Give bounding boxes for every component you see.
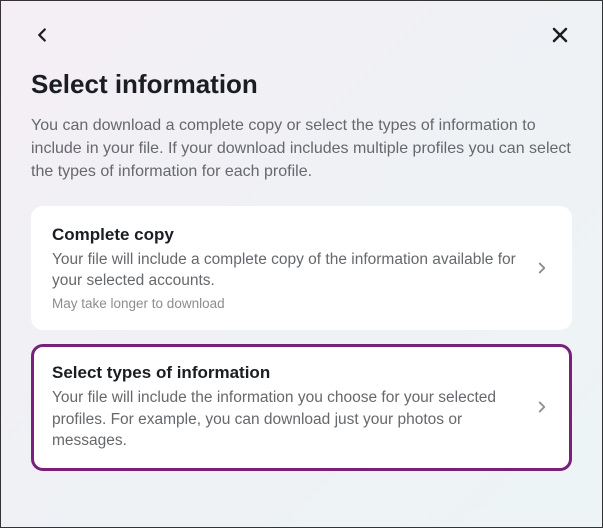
chevron-right-icon [533,259,551,277]
page-description: You can download a complete copy or sele… [31,114,572,184]
back-button[interactable] [31,24,53,46]
chevron-right-icon [533,398,551,416]
option-title: Complete copy [52,225,521,245]
modal-container: Select information You can download a co… [1,1,602,527]
close-icon [548,23,572,47]
page-title: Select information [31,69,572,100]
option-content: Complete copy Your file will include a c… [52,225,533,311]
option-description: Your file will include the information y… [52,387,521,452]
option-complete-copy[interactable]: Complete copy Your file will include a c… [31,206,572,330]
option-title: Select types of information [52,363,521,383]
close-button[interactable] [548,23,572,47]
option-description: Your file will include a complete copy o… [52,249,521,292]
modal-content: Select information You can download a co… [1,57,602,471]
option-content: Select types of information Your file wi… [52,363,533,452]
option-select-types[interactable]: Select types of information Your file wi… [31,344,572,471]
option-note: May take longer to download [52,296,521,311]
chevron-left-icon [31,24,53,46]
modal-header [1,1,602,57]
